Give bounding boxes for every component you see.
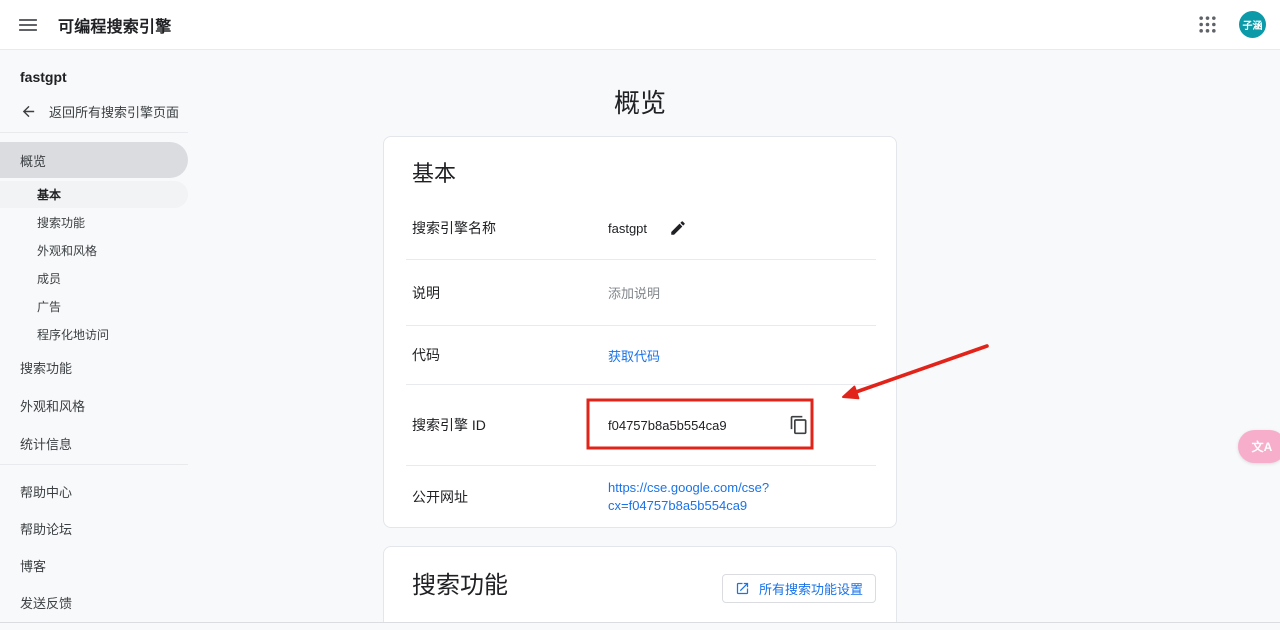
row-engine-name: 搜索引擎名称 fastgpt (384, 197, 896, 259)
sidebar: fastgpt 返回所有搜索引擎页面 概览 基本 搜索功能 外观和风格 成员 广… (0, 50, 230, 630)
row-value: https://cse.google.com/cse? cx=f04757b8a… (608, 479, 769, 515)
sidebar-divider (0, 132, 188, 133)
basic-card-rows: 搜索引擎名称 fastgpt 说明 添加说明 (384, 197, 896, 527)
sidebar-item-programmatic-access[interactable]: 程序化地访问 (0, 320, 188, 348)
copy-icon[interactable] (789, 415, 809, 435)
basic-card-title: 基本 (384, 137, 896, 189)
sidebar-item-search-features-sub[interactable]: 搜索功能 (0, 208, 188, 236)
app-title: 可编程搜索引擎 (58, 13, 171, 37)
sidebar-item-members[interactable]: 成员 (0, 264, 188, 292)
programmable-search-engine-page: 可编程搜索引擎 子涵 fastgpt 返回所有搜索引擎页面 概览 (0, 0, 1280, 630)
sidebar-item-label: 发送反馈 (20, 593, 72, 612)
open-in-new-icon (735, 581, 750, 596)
top-app-bar: 可编程搜索引擎 子涵 (0, 0, 1280, 50)
sidebar-item-look-and-feel[interactable]: 外观和风格 (0, 386, 188, 424)
get-code-link[interactable]: 获取代码 (608, 346, 660, 365)
translate-icon: 文A (1252, 438, 1273, 455)
menu-icon[interactable] (18, 15, 38, 35)
sidebar-item-label: 程序化地访问 (37, 326, 109, 343)
sidebar-item-search-features[interactable]: 搜索功能 (0, 348, 188, 386)
engine-id-value: f04757b8a5b554ca9 (608, 418, 727, 433)
translate-widget-button[interactable]: 文A (1238, 430, 1280, 463)
row-description: 说明 添加说明 (384, 260, 896, 325)
row-engine-id: 搜索引擎 ID f04757b8a5b554ca9 (384, 385, 896, 465)
back-link-label: 返回所有搜索引擎页面 (49, 102, 179, 121)
sidebar-item-label: 搜索功能 (20, 358, 72, 377)
row-public-url: 公开网址 https://cse.google.com/cse? cx=f047… (384, 466, 896, 527)
all-search-features-settings-button[interactable]: 所有搜索功能设置 (722, 574, 876, 603)
row-label: 代码 (412, 345, 608, 365)
apps-grid-icon[interactable] (1198, 15, 1217, 34)
sidebar-item-label: 概览 (20, 151, 46, 170)
sidebar-item-send-feedback[interactable]: 发送反馈 (0, 584, 188, 621)
engine-name: fastgpt (0, 50, 230, 87)
sidebar-item-label: 广告 (37, 298, 61, 315)
back-to-all-engines-link[interactable]: 返回所有搜索引擎页面 (0, 101, 230, 121)
row-label: 公开网址 (412, 487, 608, 507)
sidebar-item-label: 博客 (20, 556, 46, 575)
sidebar-divider (0, 464, 188, 465)
public-url-link[interactable]: https://cse.google.com/cse? cx=f04757b8a… (608, 479, 769, 515)
sidebar-item-statistics[interactable]: 统计信息 (0, 424, 188, 462)
search-features-card-title: 搜索功能 (412, 571, 508, 601)
basic-card: 基本 搜索引擎名称 fastgpt 说明 添加说明 (383, 136, 897, 528)
row-value: f04757b8a5b554ca9 (608, 415, 809, 435)
sidebar-item-ads[interactable]: 广告 (0, 292, 188, 320)
sidebar-item-label: 帮助中心 (20, 482, 72, 501)
search-features-card: 搜索功能 所有搜索功能设置 (383, 546, 897, 630)
sidebar-item-blog[interactable]: 博客 (0, 547, 188, 584)
sidebar-item-look-and-feel-sub[interactable]: 外观和风格 (0, 236, 188, 264)
edit-pencil-icon[interactable] (669, 219, 687, 237)
sidebar-item-label: 成员 (37, 270, 61, 287)
row-value: fastgpt (608, 219, 687, 237)
topbar-actions: 子涵 (1198, 11, 1266, 38)
sidebar-item-label: 帮助论坛 (20, 519, 72, 538)
sidebar-item-overview[interactable]: 概览 (0, 142, 188, 178)
avatar[interactable]: 子涵 (1239, 11, 1266, 38)
engine-name-value: fastgpt (608, 221, 647, 236)
row-label: 说明 (412, 283, 608, 303)
sidebar-item-label: 外观和风格 (20, 396, 85, 415)
sidebar-item-help-forum[interactable]: 帮助论坛 (0, 510, 188, 547)
description-placeholder[interactable]: 添加说明 (608, 283, 660, 302)
sidebar-item-help-center[interactable]: 帮助中心 (0, 473, 188, 510)
public-url-line1: https://cse.google.com/cse? (608, 480, 769, 495)
row-value: 获取代码 (608, 346, 660, 365)
settings-button-label: 所有搜索功能设置 (759, 579, 863, 598)
row-code: 代码 获取代码 (384, 326, 896, 384)
page-title: 概览 (383, 83, 897, 120)
page-bottom-edge (0, 622, 1280, 630)
sidebar-item-label: 统计信息 (20, 434, 72, 453)
sidebar-item-label: 基本 (37, 186, 61, 203)
sidebar-item-label: 外观和风格 (37, 242, 97, 259)
row-label: 搜索引擎名称 (412, 218, 608, 238)
sidebar-footer-nav: 帮助中心 帮助论坛 博客 发送反馈 (0, 473, 230, 621)
row-label: 搜索引擎 ID (412, 415, 608, 435)
sidebar-item-basic[interactable]: 基本 (0, 181, 188, 208)
sidebar-item-label: 搜索功能 (37, 214, 85, 231)
main-content: 概览 基本 搜索引擎名称 fastgpt 说明 添 (383, 50, 897, 630)
public-url-line2: cx=f04757b8a5b554ca9 (608, 498, 747, 513)
row-value: 添加说明 (608, 283, 660, 302)
back-arrow-icon (20, 103, 37, 120)
